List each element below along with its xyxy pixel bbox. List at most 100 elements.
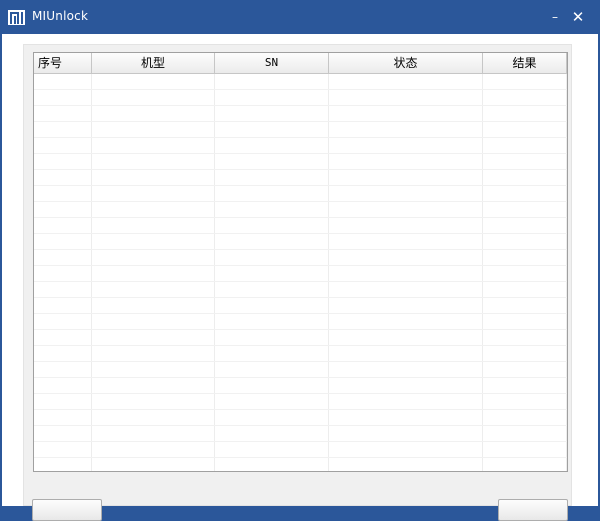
table-cell	[92, 234, 215, 249]
table-row[interactable]	[34, 442, 567, 458]
table-cell	[483, 362, 567, 377]
table-cell	[483, 426, 567, 441]
table-cell	[92, 138, 215, 153]
table-row[interactable]	[34, 282, 567, 298]
table-row[interactable]	[34, 266, 567, 282]
table-cell	[34, 138, 92, 153]
device-list-table[interactable]: 序号 机型 SN 状态 结果	[33, 52, 568, 472]
table-row[interactable]	[34, 138, 567, 154]
table-cell	[215, 234, 329, 249]
table-cell	[483, 266, 567, 281]
table-cell	[329, 330, 483, 345]
table-cell	[329, 298, 483, 313]
close-button[interactable]: ✕	[568, 8, 588, 26]
table-row[interactable]	[34, 202, 567, 218]
column-header-index[interactable]: 序号	[34, 53, 92, 74]
table-cell	[92, 330, 215, 345]
table-cell	[92, 186, 215, 201]
table-cell	[215, 186, 329, 201]
table-cell	[483, 250, 567, 265]
table-cell	[483, 378, 567, 393]
table-cell	[483, 122, 567, 137]
table-row[interactable]	[34, 186, 567, 202]
table-cell	[215, 282, 329, 297]
minimize-button[interactable]: –	[545, 8, 565, 26]
table-cell	[483, 90, 567, 105]
table-row[interactable]	[34, 218, 567, 234]
table-cell	[329, 282, 483, 297]
minimize-icon: –	[552, 10, 558, 24]
column-header-sn[interactable]: SN	[215, 53, 329, 74]
table-row[interactable]	[34, 346, 567, 362]
table-cell	[34, 298, 92, 313]
table-row[interactable]	[34, 170, 567, 186]
table-cell	[215, 202, 329, 217]
app-window: MIUnlock – ✕ 序号 机型 SN 状态 结果	[0, 0, 600, 521]
title-bar[interactable]: MIUnlock – ✕	[0, 0, 600, 34]
table-cell	[92, 346, 215, 361]
table-row[interactable]	[34, 74, 567, 90]
table-cell	[329, 90, 483, 105]
table-cell	[483, 330, 567, 345]
table-row[interactable]	[34, 378, 567, 394]
table-row[interactable]	[34, 410, 567, 426]
column-header-model[interactable]: 机型	[92, 53, 215, 74]
right-action-button[interactable]	[498, 499, 568, 521]
table-cell	[329, 138, 483, 153]
table-row[interactable]	[34, 426, 567, 442]
column-header-result[interactable]: 结果	[483, 53, 567, 74]
table-cell	[92, 170, 215, 185]
table-cell	[215, 330, 329, 345]
table-cell	[483, 458, 567, 471]
table-cell	[483, 298, 567, 313]
table-cell	[329, 458, 483, 471]
table-cell	[92, 442, 215, 457]
table-cell	[34, 314, 92, 329]
table-cell	[34, 330, 92, 345]
table-cell	[483, 138, 567, 153]
left-action-button[interactable]	[32, 499, 102, 521]
table-cell	[215, 442, 329, 457]
table-cell	[215, 298, 329, 313]
table-row[interactable]	[34, 458, 567, 471]
table-row[interactable]	[34, 362, 567, 378]
table-row[interactable]	[34, 90, 567, 106]
table-cell	[92, 74, 215, 89]
table-cell	[483, 154, 567, 169]
table-cell	[215, 122, 329, 137]
table-cell	[329, 202, 483, 217]
table-row[interactable]	[34, 330, 567, 346]
table-cell	[92, 90, 215, 105]
table-cell	[483, 394, 567, 409]
table-cell	[34, 186, 92, 201]
table-cell	[215, 314, 329, 329]
table-cell	[215, 362, 329, 377]
table-cell	[483, 202, 567, 217]
table-row[interactable]	[34, 122, 567, 138]
table-cell	[329, 218, 483, 233]
table-cell	[215, 90, 329, 105]
table-cell	[329, 378, 483, 393]
table-cell	[34, 122, 92, 137]
table-cell	[92, 106, 215, 121]
table-cell	[329, 314, 483, 329]
table-cell	[34, 106, 92, 121]
mi-logo-icon	[8, 10, 25, 25]
table-cell	[34, 170, 92, 185]
table-cell	[92, 426, 215, 441]
table-cell	[92, 218, 215, 233]
table-cell	[92, 394, 215, 409]
table-row[interactable]	[34, 394, 567, 410]
table-row[interactable]	[34, 154, 567, 170]
table-row[interactable]	[34, 250, 567, 266]
table-cell	[34, 218, 92, 233]
table-cell	[329, 250, 483, 265]
table-row[interactable]	[34, 106, 567, 122]
table-cell	[329, 410, 483, 425]
column-header-status[interactable]: 状态	[329, 53, 483, 74]
table-row[interactable]	[34, 314, 567, 330]
table-cell	[329, 234, 483, 249]
table-row[interactable]	[34, 234, 567, 250]
table-row[interactable]	[34, 298, 567, 314]
table-cell	[92, 362, 215, 377]
